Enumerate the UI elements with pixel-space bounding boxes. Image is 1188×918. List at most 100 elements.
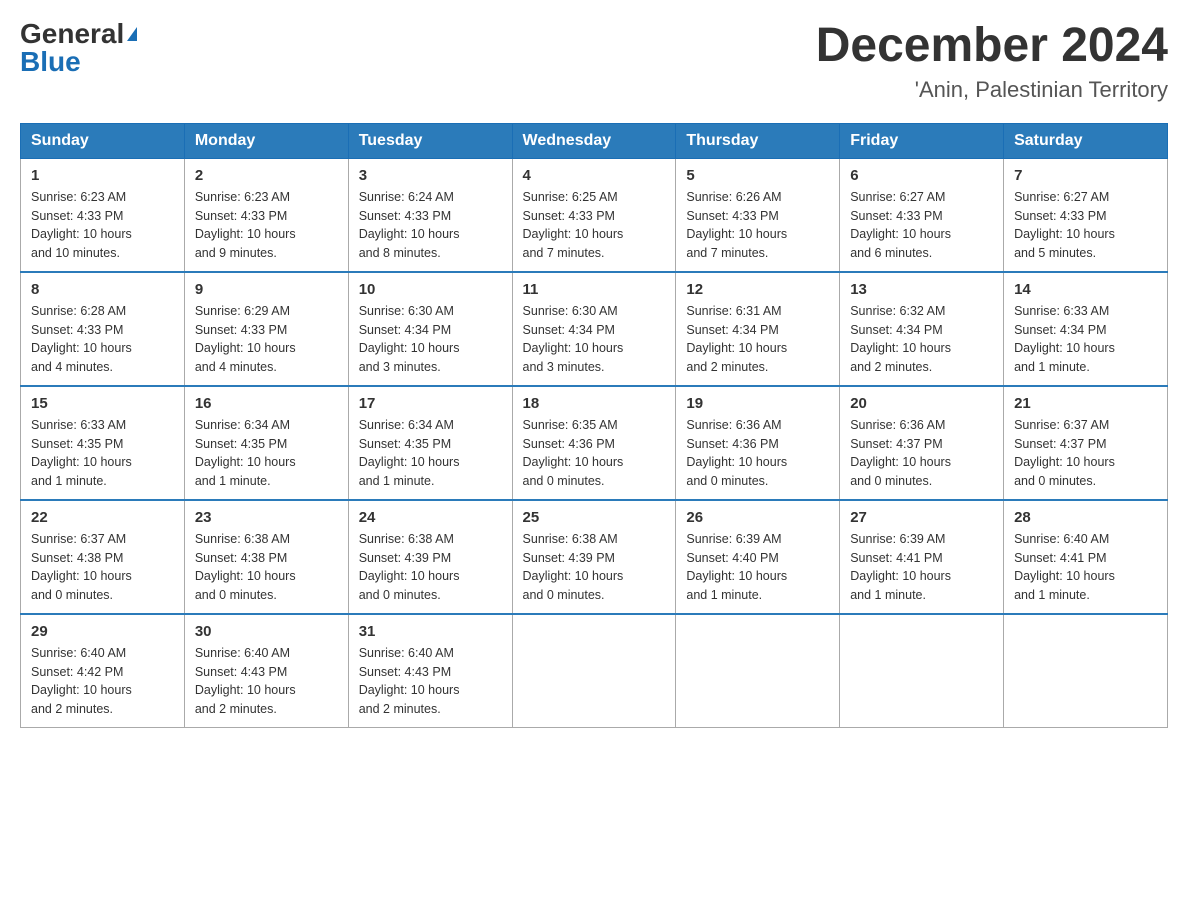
day-number: 10 <box>359 281 502 298</box>
day-info: Sunrise: 6:27 AMSunset: 4:33 PMDaylight:… <box>850 188 993 263</box>
calendar-cell: 10 Sunrise: 6:30 AMSunset: 4:34 PMDayligh… <box>348 272 512 386</box>
logo-blue-text: Blue <box>20 48 81 76</box>
day-info: Sunrise: 6:37 AMSunset: 4:38 PMDaylight:… <box>31 530 174 605</box>
calendar-cell: 24 Sunrise: 6:38 AMSunset: 4:39 PMDayligh… <box>348 500 512 614</box>
day-info: Sunrise: 6:26 AMSunset: 4:33 PMDaylight:… <box>686 188 829 263</box>
calendar-cell: 15 Sunrise: 6:33 AMSunset: 4:35 PMDayligh… <box>21 386 185 500</box>
location-title: 'Anin, Palestinian Territory <box>816 77 1168 103</box>
day-number: 19 <box>686 395 829 412</box>
day-info: Sunrise: 6:30 AMSunset: 4:34 PMDaylight:… <box>523 302 666 377</box>
page-header: General Blue December 2024 'Anin, Palest… <box>20 20 1168 103</box>
day-number: 8 <box>31 281 174 298</box>
calendar-cell: 5 Sunrise: 6:26 AMSunset: 4:33 PMDaylight… <box>676 158 840 272</box>
calendar-cell: 25 Sunrise: 6:38 AMSunset: 4:39 PMDayligh… <box>512 500 676 614</box>
calendar-week-row: 22Sunrise: 6:37 AMSunset: 4:38 PMDayligh… <box>21 500 1168 614</box>
calendar-cell: 23 Sunrise: 6:38 AMSunset: 4:38 PMDayligh… <box>184 500 348 614</box>
day-info: Sunrise: 6:27 AMSunset: 4:33 PMDaylight:… <box>1014 188 1157 263</box>
day-number: 7 <box>1014 167 1157 184</box>
calendar-week-row: 8 Sunrise: 6:28 AMSunset: 4:33 PMDaylight… <box>21 272 1168 386</box>
day-number: 26 <box>686 509 829 526</box>
day-number: 27 <box>850 509 993 526</box>
calendar-cell: 7 Sunrise: 6:27 AMSunset: 4:33 PMDaylight… <box>1004 158 1168 272</box>
day-number: 20 <box>850 395 993 412</box>
calendar-cell: 11 Sunrise: 6:30 AMSunset: 4:34 PMDayligh… <box>512 272 676 386</box>
day-info: Sunrise: 6:33 AMSunset: 4:34 PMDaylight:… <box>1014 302 1157 377</box>
calendar-cell: 6Sunrise: 6:27 AMSunset: 4:33 PMDaylight… <box>840 158 1004 272</box>
day-info: Sunrise: 6:29 AMSunset: 4:33 PMDaylight:… <box>195 302 338 377</box>
day-number: 21 <box>1014 395 1157 412</box>
calendar-cell: 14 Sunrise: 6:33 AMSunset: 4:34 PMDayligh… <box>1004 272 1168 386</box>
day-info: Sunrise: 6:36 AMSunset: 4:37 PMDaylight:… <box>850 416 993 491</box>
day-of-week-header: Monday <box>184 123 348 158</box>
day-number: 28 <box>1014 509 1157 526</box>
day-number: 24 <box>359 509 502 526</box>
day-of-week-header: Friday <box>840 123 1004 158</box>
calendar-cell: 28Sunrise: 6:40 AMSunset: 4:41 PMDayligh… <box>1004 500 1168 614</box>
calendar-cell <box>512 614 676 728</box>
day-info: Sunrise: 6:34 AMSunset: 4:35 PMDaylight:… <box>359 416 502 491</box>
day-info: Sunrise: 6:28 AMSunset: 4:33 PMDaylight:… <box>31 302 174 377</box>
calendar-week-row: 29Sunrise: 6:40 AMSunset: 4:42 PMDayligh… <box>21 614 1168 728</box>
day-info: Sunrise: 6:38 AMSunset: 4:38 PMDaylight:… <box>195 530 338 605</box>
day-info: Sunrise: 6:32 AMSunset: 4:34 PMDaylight:… <box>850 302 993 377</box>
calendar-cell: 2Sunrise: 6:23 AMSunset: 4:33 PMDaylight… <box>184 158 348 272</box>
calendar-cell: 9 Sunrise: 6:29 AMSunset: 4:33 PMDaylight… <box>184 272 348 386</box>
calendar-table: SundayMondayTuesdayWednesdayThursdayFrid… <box>20 123 1168 728</box>
day-info: Sunrise: 6:38 AMSunset: 4:39 PMDaylight:… <box>523 530 666 605</box>
calendar-header-row: SundayMondayTuesdayWednesdayThursdayFrid… <box>21 123 1168 158</box>
calendar-cell <box>676 614 840 728</box>
day-info: Sunrise: 6:40 AMSunset: 4:42 PMDaylight:… <box>31 644 174 719</box>
day-number: 16 <box>195 395 338 412</box>
day-info: Sunrise: 6:38 AMSunset: 4:39 PMDaylight:… <box>359 530 502 605</box>
calendar-cell: 4 Sunrise: 6:25 AMSunset: 4:33 PMDaylight… <box>512 158 676 272</box>
calendar-cell: 1 Sunrise: 6:23 AMSunset: 4:33 PMDaylight… <box>21 158 185 272</box>
day-number: 25 <box>523 509 666 526</box>
logo-triangle-icon <box>127 27 137 41</box>
day-number: 3 <box>359 167 502 184</box>
day-info: Sunrise: 6:33 AMSunset: 4:35 PMDaylight:… <box>31 416 174 491</box>
day-number: 14 <box>1014 281 1157 298</box>
day-info: Sunrise: 6:24 AMSunset: 4:33 PMDaylight:… <box>359 188 502 263</box>
day-info: Sunrise: 6:23 AMSunset: 4:33 PMDaylight:… <box>195 188 338 263</box>
calendar-cell: 21 Sunrise: 6:37 AMSunset: 4:37 PMDayligh… <box>1004 386 1168 500</box>
day-info: Sunrise: 6:36 AMSunset: 4:36 PMDaylight:… <box>686 416 829 491</box>
calendar-cell: 22Sunrise: 6:37 AMSunset: 4:38 PMDayligh… <box>21 500 185 614</box>
calendar-cell <box>1004 614 1168 728</box>
calendar-cell: 20 Sunrise: 6:36 AMSunset: 4:37 PMDayligh… <box>840 386 1004 500</box>
calendar-cell: 12 Sunrise: 6:31 AMSunset: 4:34 PMDayligh… <box>676 272 840 386</box>
day-info: Sunrise: 6:40 AMSunset: 4:43 PMDaylight:… <box>195 644 338 719</box>
day-number: 9 <box>195 281 338 298</box>
day-number: 23 <box>195 509 338 526</box>
day-number: 11 <box>523 281 666 298</box>
title-section: December 2024 'Anin, Palestinian Territo… <box>816 20 1168 103</box>
day-info: Sunrise: 6:31 AMSunset: 4:34 PMDaylight:… <box>686 302 829 377</box>
calendar-cell: 16 Sunrise: 6:34 AMSunset: 4:35 PMDayligh… <box>184 386 348 500</box>
day-number: 12 <box>686 281 829 298</box>
calendar-cell: 31Sunrise: 6:40 AMSunset: 4:43 PMDayligh… <box>348 614 512 728</box>
calendar-cell: 26Sunrise: 6:39 AMSunset: 4:40 PMDayligh… <box>676 500 840 614</box>
calendar-cell: 3 Sunrise: 6:24 AMSunset: 4:33 PMDaylight… <box>348 158 512 272</box>
day-info: Sunrise: 6:23 AMSunset: 4:33 PMDaylight:… <box>31 188 174 263</box>
calendar-cell: 29Sunrise: 6:40 AMSunset: 4:42 PMDayligh… <box>21 614 185 728</box>
day-number: 1 <box>31 167 174 184</box>
calendar-cell: 27 Sunrise: 6:39 AMSunset: 4:41 PMDayligh… <box>840 500 1004 614</box>
day-of-week-header: Sunday <box>21 123 185 158</box>
day-number: 18 <box>523 395 666 412</box>
day-of-week-header: Saturday <box>1004 123 1168 158</box>
calendar-cell: 30 Sunrise: 6:40 AMSunset: 4:43 PMDayligh… <box>184 614 348 728</box>
day-number: 30 <box>195 623 338 640</box>
day-info: Sunrise: 6:37 AMSunset: 4:37 PMDaylight:… <box>1014 416 1157 491</box>
day-info: Sunrise: 6:34 AMSunset: 4:35 PMDaylight:… <box>195 416 338 491</box>
day-of-week-header: Wednesday <box>512 123 676 158</box>
calendar-cell: 18Sunrise: 6:35 AMSunset: 4:36 PMDayligh… <box>512 386 676 500</box>
calendar-cell: 8 Sunrise: 6:28 AMSunset: 4:33 PMDaylight… <box>21 272 185 386</box>
calendar-cell <box>840 614 1004 728</box>
day-number: 5 <box>686 167 829 184</box>
day-number: 15 <box>31 395 174 412</box>
day-info: Sunrise: 6:25 AMSunset: 4:33 PMDaylight:… <box>523 188 666 263</box>
day-info: Sunrise: 6:30 AMSunset: 4:34 PMDaylight:… <box>359 302 502 377</box>
calendar-cell: 17Sunrise: 6:34 AMSunset: 4:35 PMDayligh… <box>348 386 512 500</box>
calendar-week-row: 15 Sunrise: 6:33 AMSunset: 4:35 PMDayligh… <box>21 386 1168 500</box>
day-info: Sunrise: 6:39 AMSunset: 4:41 PMDaylight:… <box>850 530 993 605</box>
day-number: 4 <box>523 167 666 184</box>
